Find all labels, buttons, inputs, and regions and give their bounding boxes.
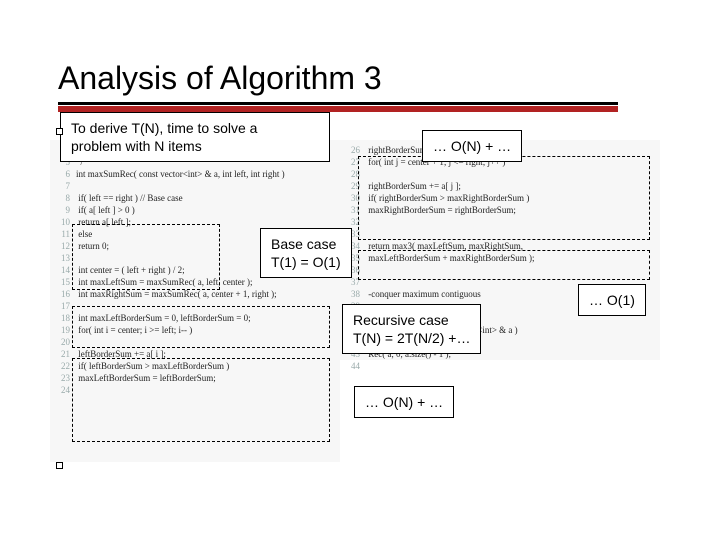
dashed-box-leftborder bbox=[72, 358, 330, 442]
callout-base-l1: Base case bbox=[271, 235, 341, 253]
callout-o1: … O(1) bbox=[578, 284, 646, 316]
callout-derive-l1: To derive T(N), time to solve a bbox=[71, 119, 319, 137]
dashed-box-rightborder bbox=[358, 156, 650, 240]
title-underline bbox=[58, 102, 618, 105]
callout-recursive: Recursive case T(N) = 2T(N/2) +… bbox=[342, 304, 481, 354]
page-title: Analysis of Algorithm 3 bbox=[58, 60, 382, 97]
callout-base-l2: T(1) = O(1) bbox=[271, 253, 341, 271]
dashed-box-return bbox=[358, 250, 650, 280]
dashed-box-recursive bbox=[72, 306, 330, 348]
callout-base-case: Base case T(1) = O(1) bbox=[260, 228, 352, 278]
callout-rec-l1: Recursive case bbox=[353, 311, 470, 329]
callout-on-bottom: … O(N) + … bbox=[354, 386, 454, 418]
square-marker-icon bbox=[56, 128, 63, 135]
callout-derive: To derive T(N), time to solve a problem … bbox=[60, 112, 330, 162]
callout-derive-l2: problem with N items bbox=[71, 137, 319, 155]
dashed-box-base bbox=[72, 224, 220, 290]
callout-rec-l2: T(N) = 2T(N/2) +… bbox=[353, 329, 470, 347]
callout-on-top: … O(N) + … bbox=[422, 130, 522, 162]
square-marker-icon bbox=[56, 462, 63, 469]
